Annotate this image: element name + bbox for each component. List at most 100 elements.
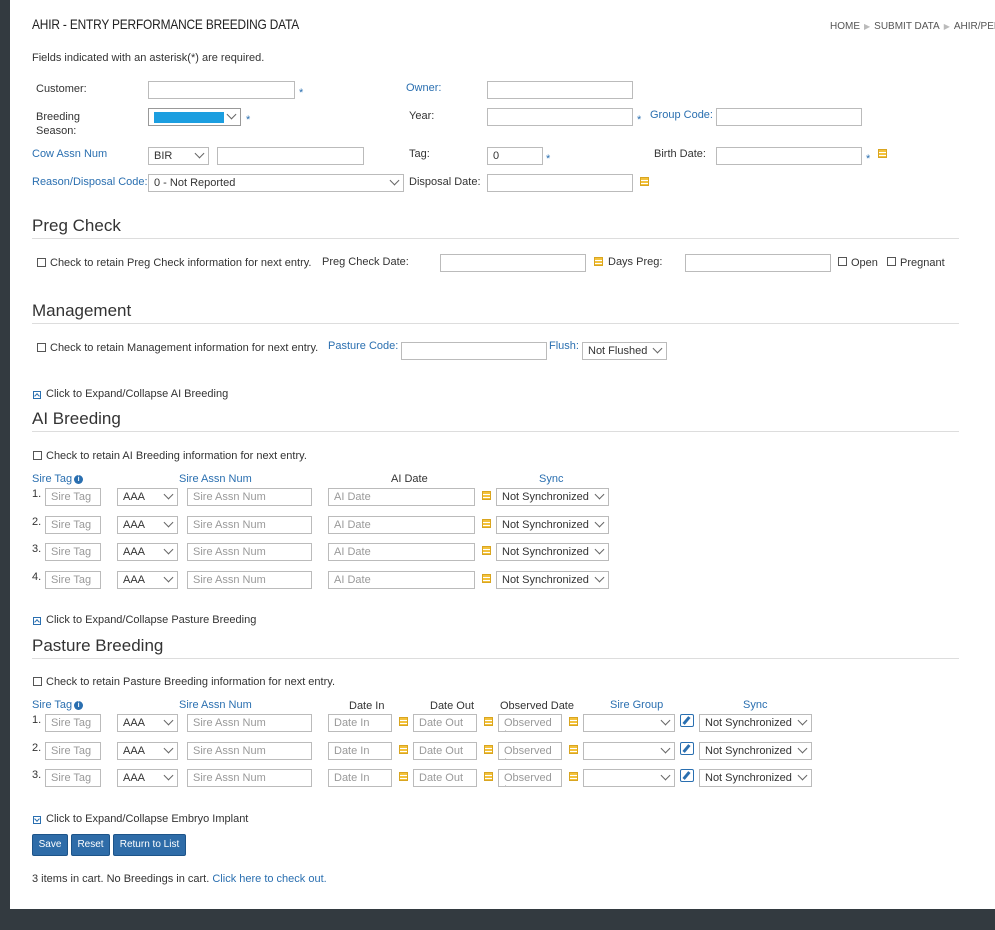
year-input[interactable] bbox=[487, 108, 633, 126]
pregnant-checkbox[interactable] bbox=[887, 257, 896, 266]
sire-assn-num-input[interactable]: Sire Assn Num bbox=[187, 571, 312, 589]
edit-icon[interactable] bbox=[680, 714, 694, 727]
sync-select[interactable]: Not Synchronized bbox=[699, 769, 812, 787]
sync-select[interactable]: Not Synchronized bbox=[496, 516, 609, 534]
date-in-input[interactable]: Date In bbox=[328, 714, 392, 732]
observed-date-input[interactable]: Observed I bbox=[498, 714, 562, 732]
date-out-input[interactable]: Date Out bbox=[413, 742, 477, 760]
reason-disposal-code-select[interactable]: 0 - Not Reported bbox=[148, 174, 404, 192]
flush-label[interactable]: Flush: bbox=[549, 340, 579, 352]
owner-label[interactable]: Owner: bbox=[406, 82, 441, 94]
cow-assn-num-label[interactable]: Cow Assn Num bbox=[32, 148, 107, 160]
calendar-icon[interactable] bbox=[594, 257, 603, 266]
edit-icon[interactable] bbox=[680, 742, 694, 755]
sire-breed-select[interactable]: AAA bbox=[117, 769, 178, 787]
group-code-input[interactable] bbox=[716, 108, 862, 126]
sire-assn-num-input[interactable]: Sire Assn Num bbox=[187, 516, 312, 534]
collapse-icon[interactable] bbox=[33, 617, 41, 625]
retain-preg-check-checkbox[interactable] bbox=[37, 258, 46, 267]
sync-select[interactable]: Not Synchronized bbox=[699, 742, 812, 760]
collapse-icon[interactable] bbox=[33, 391, 41, 399]
reason-disposal-code-label[interactable]: Reason/Disposal Code: bbox=[32, 176, 148, 188]
checkout-link[interactable]: Click here to check out. bbox=[212, 873, 326, 885]
calendar-icon[interactable] bbox=[569, 772, 578, 781]
retain-ai-breeding-checkbox[interactable] bbox=[33, 451, 42, 460]
sync-select[interactable]: Not Synchronized bbox=[699, 714, 812, 732]
sire-assn-num-input[interactable]: Sire Assn Num bbox=[187, 543, 312, 561]
ai-col-sync[interactable]: Sync bbox=[539, 473, 563, 485]
pasture-code-input[interactable] bbox=[401, 342, 547, 360]
calendar-icon[interactable] bbox=[482, 546, 491, 555]
sire-breed-select[interactable]: AAA bbox=[117, 571, 178, 589]
breadcrumb-submit-data[interactable]: SUBMIT DATA bbox=[874, 21, 940, 32]
breeding-season-select[interactable] bbox=[148, 108, 241, 126]
birth-date-input[interactable] bbox=[716, 147, 862, 165]
pasture-col-sire-group[interactable]: Sire Group bbox=[610, 699, 663, 711]
sire-tag-input[interactable]: Sire Tag bbox=[45, 769, 101, 787]
sire-tag-input[interactable]: Sire Tag bbox=[45, 742, 101, 760]
disposal-date-input[interactable] bbox=[487, 174, 633, 192]
sire-breed-select[interactable]: AAA bbox=[117, 543, 178, 561]
ai-date-input[interactable]: AI Date bbox=[328, 516, 475, 534]
ai-date-input[interactable]: AI Date bbox=[328, 571, 475, 589]
ai-breeding-toggle[interactable]: Click to Expand/Collapse AI Breeding bbox=[46, 388, 228, 400]
expand-icon[interactable] bbox=[33, 816, 41, 824]
sire-breed-select[interactable]: AAA bbox=[117, 742, 178, 760]
calendar-icon[interactable] bbox=[399, 717, 408, 726]
open-checkbox[interactable] bbox=[838, 257, 847, 266]
pasture-col-sire-assn[interactable]: Sire Assn Num bbox=[179, 699, 252, 711]
calendar-icon[interactable] bbox=[569, 745, 578, 754]
sire-tag-input[interactable]: Sire Tag bbox=[45, 488, 101, 506]
retain-management-checkbox[interactable] bbox=[37, 343, 46, 352]
group-code-label[interactable]: Group Code: bbox=[650, 109, 713, 121]
calendar-icon[interactable] bbox=[482, 519, 491, 528]
sire-assn-num-input[interactable]: Sire Assn Num bbox=[187, 714, 312, 732]
tag-input[interactable]: 0 bbox=[487, 147, 543, 165]
calendar-icon[interactable] bbox=[640, 177, 649, 186]
sync-select[interactable]: Not Synchronized bbox=[496, 571, 609, 589]
reset-button[interactable]: Reset bbox=[71, 834, 110, 856]
pasture-breeding-toggle[interactable]: Click to Expand/Collapse Pasture Breedin… bbox=[46, 614, 256, 626]
sire-tag-input[interactable]: Sire Tag bbox=[45, 571, 101, 589]
calendar-icon[interactable] bbox=[484, 745, 493, 754]
ai-col-sire-assn[interactable]: Sire Assn Num bbox=[179, 473, 252, 485]
pasture-col-sire-tag[interactable]: Sire Tag i bbox=[32, 699, 84, 711]
pasture-col-sync[interactable]: Sync bbox=[743, 699, 767, 711]
owner-input[interactable] bbox=[487, 81, 633, 99]
date-out-input[interactable]: Date Out bbox=[413, 769, 477, 787]
calendar-icon[interactable] bbox=[484, 772, 493, 781]
sire-assn-num-input[interactable]: Sire Assn Num bbox=[187, 742, 312, 760]
sire-breed-select[interactable]: AAA bbox=[117, 516, 178, 534]
embryo-implant-toggle[interactable]: Click to Expand/Collapse Embryo Implant bbox=[46, 813, 248, 825]
retain-pasture-breeding-checkbox[interactable] bbox=[33, 677, 42, 686]
sire-group-select[interactable] bbox=[583, 714, 675, 732]
ai-date-input[interactable]: AI Date bbox=[328, 488, 475, 506]
sire-assn-num-input[interactable]: Sire Assn Num bbox=[187, 488, 312, 506]
sire-breed-select[interactable]: AAA bbox=[117, 488, 178, 506]
sire-assn-num-input[interactable]: Sire Assn Num bbox=[187, 769, 312, 787]
sync-select[interactable]: Not Synchronized bbox=[496, 488, 609, 506]
flush-select[interactable]: Not Flushed bbox=[582, 342, 667, 360]
calendar-icon[interactable] bbox=[482, 491, 491, 500]
calendar-icon[interactable] bbox=[399, 772, 408, 781]
customer-input[interactable] bbox=[148, 81, 295, 99]
return-to-list-button[interactable]: Return to List bbox=[113, 834, 186, 856]
calendar-icon[interactable] bbox=[878, 149, 887, 158]
preg-check-date-input[interactable] bbox=[440, 254, 586, 272]
ai-date-input[interactable]: AI Date bbox=[328, 543, 475, 561]
calendar-icon[interactable] bbox=[484, 717, 493, 726]
days-preg-input[interactable] bbox=[685, 254, 831, 272]
save-button[interactable]: Save bbox=[32, 834, 68, 856]
calendar-icon[interactable] bbox=[482, 574, 491, 583]
date-out-input[interactable]: Date Out bbox=[413, 714, 477, 732]
cow-breed-select[interactable]: BIR bbox=[148, 147, 209, 165]
observed-date-input[interactable]: Observed I bbox=[498, 769, 562, 787]
info-icon[interactable]: i bbox=[74, 475, 84, 484]
date-in-input[interactable]: Date In bbox=[328, 769, 392, 787]
sire-tag-input[interactable]: Sire Tag bbox=[45, 516, 101, 534]
observed-date-input[interactable]: Observed I bbox=[498, 742, 562, 760]
sire-group-select[interactable] bbox=[583, 742, 675, 760]
breadcrumb-home[interactable]: HOME bbox=[830, 21, 860, 32]
sync-select[interactable]: Not Synchronized bbox=[496, 543, 609, 561]
ai-col-sire-tag[interactable]: Sire Tag i bbox=[32, 473, 84, 485]
